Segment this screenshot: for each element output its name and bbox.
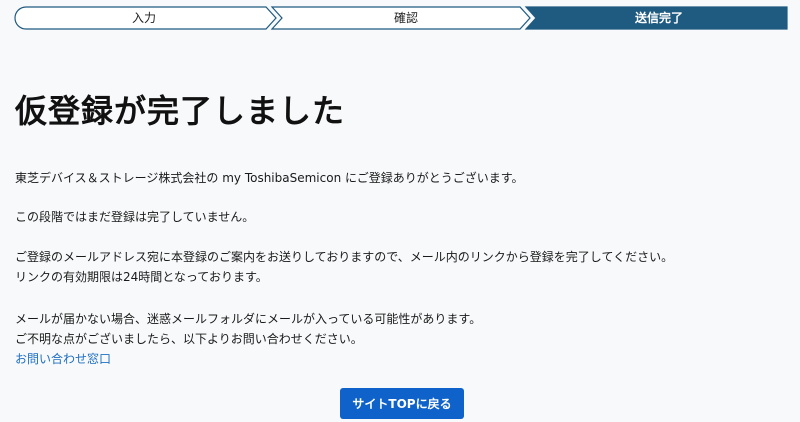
- thanks-message: 東芝デバイス＆ストレージ株式会社の my ToshibaSemicon にご登録…: [15, 171, 524, 185]
- link-expiry-message: リンクの有効期限は24時間となっております。: [15, 270, 268, 284]
- step-confirm-label: 確認: [393, 11, 418, 25]
- step-input-label: 入力: [131, 11, 156, 25]
- email-sent-message: ご登録のメールアドレス宛に本登録のご案内をお送りしておりますので、メール内のリン…: [15, 250, 674, 264]
- progress-stepper: 入力 確認 送信完了: [14, 6, 788, 30]
- page-title: 仮登録が完了しました: [15, 92, 346, 130]
- registration-complete-page: 入力 確認 送信完了 仮登録が完了しました 東芝デバイス＆ストレージ株式会社の …: [0, 0, 800, 422]
- step-complete-label: 送信完了: [634, 11, 683, 25]
- back-to-top-button[interactable]: サイトTOPに戻る: [340, 388, 464, 419]
- contact-link[interactable]: お問い合わせ窓口: [15, 349, 111, 369]
- spam-folder-message: メールが届かない場合、迷惑メールフォルダにメールが入っている可能性があります。: [15, 312, 482, 326]
- contact-message: ご不明な点がございましたら、以下よりお問い合わせください。: [15, 332, 363, 346]
- not-complete-message: この段階ではまだ登録は完了していません。: [15, 210, 255, 224]
